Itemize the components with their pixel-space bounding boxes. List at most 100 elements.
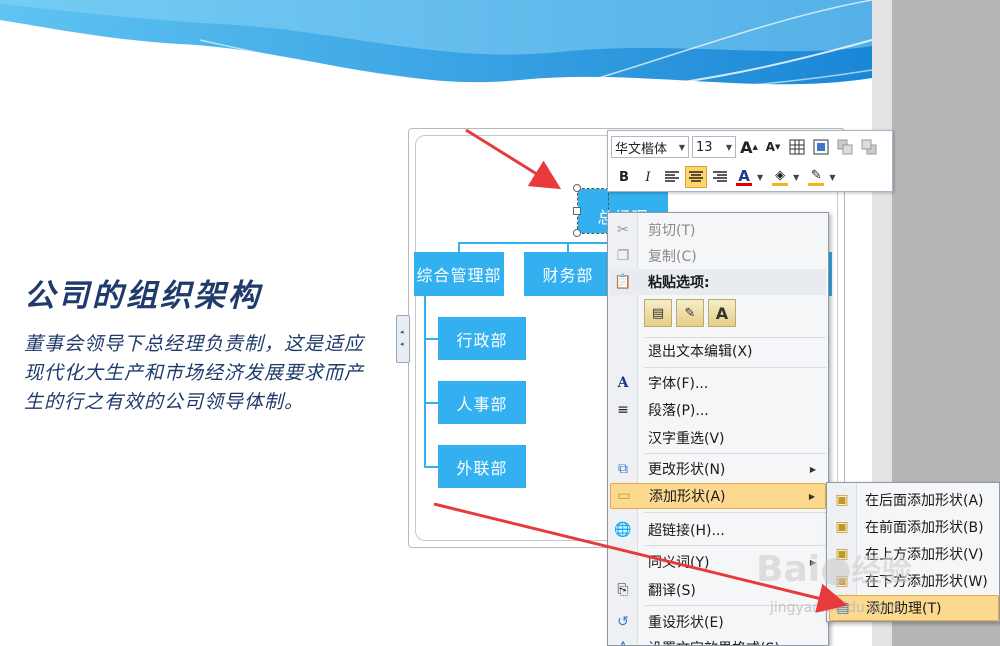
bring-forward-button[interactable] [834, 136, 856, 158]
menu-item-add-shape[interactable]: ▭ 添加形状(A) ▶ [610, 483, 826, 509]
menu-item-cut[interactable]: ✂ 剪切(T) [610, 217, 826, 243]
watermark-url: jingyan.baidu.com [770, 600, 900, 616]
paste-brush-icon: ✎ [684, 305, 696, 321]
add-shape-icon: ▭ [617, 488, 631, 504]
menu-item-font-label: 字体(F)... [648, 376, 709, 392]
menu-item-text-effects[interactable]: A 设置文字效果格式(S)... [610, 635, 826, 645]
paint-bucket-icon: ◈ [775, 168, 786, 183]
menu-item-copy-label: 复制(C) [648, 249, 697, 265]
font-size-dropdown[interactable]: 13 ▼ [692, 136, 736, 158]
watermark-brand-suffix: 经验 [851, 554, 912, 589]
send-backward-button[interactable] [858, 136, 880, 158]
chevron-down-icon[interactable]: ▼ [793, 173, 799, 182]
align-right-button[interactable] [709, 166, 731, 188]
paste-options-row: ▤ ✎ A [644, 299, 736, 327]
selection-box [577, 188, 609, 234]
submenu-item-add-before-label: 在前面添加形状(B) [865, 520, 984, 536]
reset-shape-icon: ↺ [617, 614, 629, 630]
org-node-child-3[interactable]: 外联部 [438, 445, 526, 488]
org-node-level2-1[interactable]: 综合管理部 [414, 252, 504, 296]
org-node-child-1-label: 行政部 [456, 330, 508, 350]
hyperlink-icon: 🌐 [614, 522, 632, 538]
menu-item-hanzi-reconvert[interactable]: 汉字重选(V) [610, 425, 826, 451]
menu-item-font[interactable]: A 字体(F)... [610, 370, 826, 396]
connector-child-1 [424, 338, 438, 340]
menu-item-paragraph[interactable]: ≡ 段落(P)... [610, 397, 826, 423]
outline-color-button[interactable]: ✎ [805, 166, 827, 188]
menu-item-change-shape[interactable]: ⧉ 更改形状(N) ▶ [610, 456, 826, 482]
menu-item-add-shape-label: 添加形状(A) [649, 489, 726, 505]
format-painter-button[interactable] [810, 136, 832, 158]
watermark-brand: Bai [756, 549, 821, 590]
align-center-button[interactable] [685, 166, 707, 188]
menu-item-reset-shape-label: 重设形状(E) [648, 615, 724, 631]
org-node-level2-1-label: 综合管理部 [416, 266, 502, 285]
menu-item-translate-label: 翻译(S) [648, 583, 696, 599]
selection-handle-bl[interactable] [573, 229, 581, 237]
org-node-child-2-label: 人事部 [456, 394, 508, 414]
org-node-child-2[interactable]: 人事部 [438, 381, 526, 424]
font-color-icon: A [738, 166, 750, 185]
chevron-down-icon[interactable]: ▼ [757, 173, 763, 182]
paste-clipboard-icon: ▤ [651, 305, 665, 321]
bold-button[interactable]: B [613, 166, 635, 188]
mini-toolbar: 华文楷体 ▼ 13 ▼ A ▲ A ▼ B I A ▼ ◈ ▼ ✎ ▼ [607, 130, 893, 192]
italic-button[interactable]: I [637, 166, 659, 188]
align-center-icon [689, 171, 703, 182]
slide-description: 董事会领导下总经理负责制，这是适应现代化大生产和市场经济发展要求而产生的行之有效… [24, 333, 365, 413]
chevron-down-icon[interactable]: ▼ [829, 173, 835, 182]
wave-banner [0, 0, 872, 101]
table-grid-button[interactable] [786, 136, 808, 158]
menu-item-hyperlink[interactable]: 🌐 超链接(H)... [610, 517, 826, 543]
bring-forward-icon [837, 139, 853, 155]
menu-item-paste-options-label: 粘贴选项: [648, 275, 710, 291]
connector-child-3 [424, 466, 438, 468]
font-name-value: 华文楷体 [615, 141, 668, 157]
submenu-arrow-icon: ▶ [808, 491, 815, 501]
submenu-item-add-after-label: 在后面添加形状(A) [865, 493, 984, 509]
paste-keep-text-only-button[interactable]: A [708, 299, 736, 327]
font-icon: A [617, 375, 629, 391]
translate-icon: ⎘ [617, 582, 629, 598]
org-node-level2-2[interactable]: 财务部 [524, 252, 612, 296]
send-backward-icon [861, 139, 877, 155]
org-node-child-3-label: 外联部 [456, 458, 508, 478]
font-name-dropdown[interactable]: 华文楷体 ▼ [611, 136, 689, 158]
menu-separator [644, 453, 826, 454]
align-right-icon [713, 171, 727, 182]
menu-item-change-shape-label: 更改形状(N) [648, 462, 726, 478]
submenu-item-add-after[interactable]: ▣ 在后面添加形状(A) [829, 487, 999, 513]
menu-separator [644, 367, 826, 368]
paste-keep-source-format-button[interactable]: ✎ [676, 299, 704, 327]
connector-child-2 [424, 402, 438, 404]
menu-item-exit-text-edit[interactable]: 退出文本编辑(X) [610, 338, 826, 364]
smartart-text-pane-toggle[interactable]: ◂ ◂ [396, 315, 410, 363]
scissors-icon: ✂ [617, 222, 629, 238]
pen-icon: ✎ [810, 168, 822, 183]
font-color-button[interactable]: A [733, 166, 755, 188]
align-left-button[interactable] [661, 166, 683, 188]
fill-color-button[interactable]: ◈ [769, 166, 791, 188]
menu-separator [644, 512, 826, 513]
org-node-child-1[interactable]: 行政部 [438, 317, 526, 360]
shrink-font-icon: A [765, 140, 775, 154]
grow-font-icon: A [740, 137, 753, 157]
chevron-down-icon: ▼ [678, 142, 685, 152]
grow-font-button[interactable]: A ▲ [738, 136, 760, 158]
add-after-icon: ▣ [835, 492, 849, 508]
paste-use-destination-theme-button[interactable]: ▤ [644, 299, 672, 327]
menu-item-copy[interactable]: ❐ 复制(C) [610, 243, 826, 269]
menu-item-cut-label: 剪切(T) [648, 223, 696, 239]
paragraph-icon: ≡ [617, 402, 629, 418]
fill-color-swatch [772, 183, 789, 186]
paste-icon: 📋 [614, 274, 632, 290]
selection-handle-tl[interactable] [573, 184, 581, 192]
paw-icon: ● [820, 549, 852, 590]
menu-item-hyperlink-label: 超链接(H)... [648, 523, 725, 539]
menu-item-hanzi-reconvert-label: 汉字重选(V) [648, 431, 725, 447]
selection-handle-ml[interactable] [573, 207, 581, 215]
change-shape-icon: ⧉ [618, 461, 628, 477]
paste-text-only-icon: A [715, 303, 729, 323]
submenu-item-add-before[interactable]: ▣ 在前面添加形状(B) [829, 514, 999, 540]
shrink-font-button[interactable]: A ▼ [762, 136, 784, 158]
